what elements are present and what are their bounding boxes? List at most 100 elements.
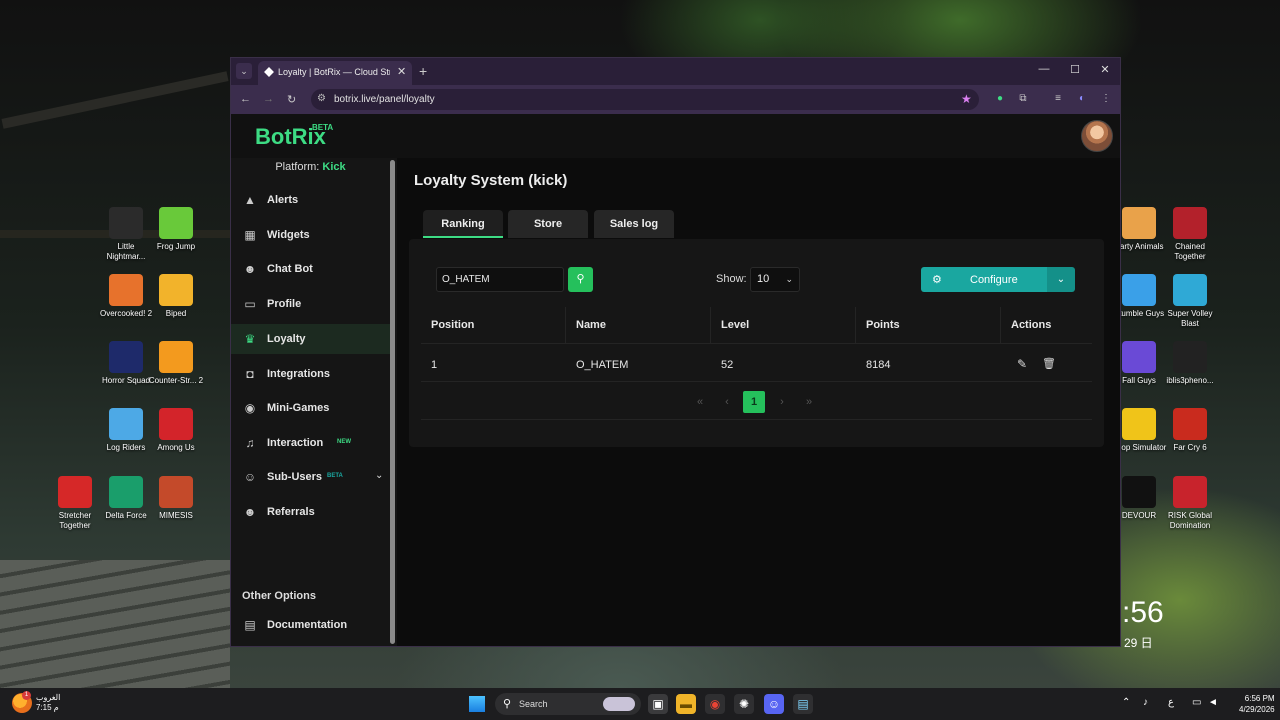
sidebar-item-referrals[interactable]: ☻ Referrals — [231, 497, 390, 527]
sidebar-item-sub-users[interactable]: ☺ Sub-Users BETA ⌄ — [231, 462, 390, 492]
task-view-icon[interactable]: ▣ — [648, 694, 668, 714]
configure-button[interactable]: ⚙ Configure — [921, 267, 1047, 292]
discord-icon[interactable]: ☺ — [764, 694, 784, 714]
search-input[interactable] — [436, 267, 564, 292]
reload-icon[interactable]: ↻ — [287, 93, 296, 106]
users-icon: ☺ — [243, 470, 257, 484]
site-info-icon[interactable]: ⚙ — [317, 93, 326, 104]
sidebar-item-profile[interactable]: ▭ Profile — [231, 289, 390, 319]
input-language-indicator[interactable]: ع — [1168, 697, 1174, 708]
page-size-select[interactable]: 10 ⌄ — [750, 267, 800, 292]
avatar[interactable] — [1081, 120, 1113, 152]
shortcut-label: Far Cry 6 — [1173, 443, 1207, 452]
desktop-shortcut[interactable]: Horror Squad — [98, 341, 154, 386]
sidebar-item-documentation[interactable]: ▤ Documentation — [231, 610, 390, 640]
taskbar-clock[interactable]: 6:56 PM 4/29/2026 — [1239, 693, 1275, 715]
desktop-shortcut[interactable]: Stretcher Together — [47, 476, 103, 531]
sidebar-item-label: Alerts — [267, 194, 299, 206]
back-icon[interactable]: ← — [240, 93, 251, 105]
desktop-shortcut[interactable]: Frog Jump — [148, 207, 204, 252]
tab-close-icon[interactable]: ✕ — [397, 65, 406, 78]
pagination-next[interactable]: › — [771, 391, 793, 413]
sidebar-item-alerts[interactable]: ▲ Alerts — [231, 185, 390, 215]
sidebar-item-loyalty[interactable]: ♛ Loyalty — [231, 324, 390, 354]
new-tab-button[interactable]: + — [419, 63, 427, 79]
browser-tab[interactable]: Loyalty | BotRix — Cloud Strea ✕ — [258, 61, 412, 85]
column-header-level[interactable]: Level — [721, 319, 749, 331]
desktop-shortcut[interactable]: Chained Together — [1162, 207, 1218, 262]
desktop-shortcut[interactable]: Overcooked! 2 — [98, 274, 154, 319]
sidebar-item-integrations[interactable]: ◘ Integrations — [231, 359, 390, 389]
column-header-position[interactable]: Position — [431, 319, 474, 331]
desktop-shortcut[interactable]: Biped — [148, 274, 204, 319]
taskbar-time: 6:56 PM — [1244, 694, 1275, 703]
microphone-icon[interactable]: ♪ — [1143, 697, 1148, 708]
chrome-icon[interactable]: ◉ — [705, 694, 725, 714]
pagination-last[interactable]: » — [798, 391, 820, 413]
bookmark-star-icon[interactable]: ★ — [961, 92, 972, 106]
tab-ranking[interactable]: Ranking — [423, 210, 503, 238]
volume-icon[interactable]: ◄ — [1208, 697, 1218, 708]
forward-icon[interactable]: → — [263, 93, 274, 105]
id-card-icon: ▭ — [244, 297, 256, 311]
address-bar[interactable]: ⚙ botrix.live/panel/loyalty ★ — [311, 89, 979, 110]
chevron-down-icon[interactable]: ⌄ — [375, 470, 383, 481]
desktop-shortcut[interactable]: iblis3pheno... — [1162, 341, 1218, 386]
desktop-shortcut[interactable]: Among Us — [148, 408, 204, 453]
pagination-current[interactable]: 1 — [743, 391, 765, 413]
column-header-actions: Actions — [1011, 319, 1052, 331]
column-header-name[interactable]: Name — [576, 319, 606, 331]
url-text[interactable]: botrix.live/panel/loyalty — [334, 94, 435, 105]
column-divider — [855, 307, 856, 343]
maximize-button[interactable]: ☐ — [1067, 63, 1083, 76]
taskbar-search[interactable]: ⚲ Search — [495, 693, 641, 715]
chatgpt-icon[interactable]: ✺ — [734, 694, 754, 714]
sidebar-item-label: Loyalty — [267, 333, 306, 345]
search-button[interactable]: ⚲ — [568, 267, 593, 292]
desktop-shortcut[interactable]: Super Volley Blast — [1162, 274, 1218, 329]
desktop-shortcut[interactable]: Delta Force — [98, 476, 154, 521]
trophy-icon: ♛ — [244, 332, 256, 346]
sidebar-scrollbar[interactable] — [390, 160, 395, 644]
app-icon — [58, 476, 92, 508]
network-icon[interactable]: ▭ — [1192, 697, 1201, 708]
referral-icon: ☻ — [243, 505, 257, 519]
sidebar-item-mini-games[interactable]: ◉ Mini-Games — [231, 393, 390, 423]
tray-overflow-icon[interactable]: ⌃ — [1122, 697, 1130, 708]
sidebar-item-widgets[interactable]: ▦ Widgets — [231, 220, 390, 250]
notepad-icon[interactable]: ▤ — [793, 694, 813, 714]
file-explorer-icon[interactable]: ▬ — [676, 694, 696, 714]
edit-pencil-icon[interactable]: ✎ — [1017, 357, 1027, 371]
sidebar-item-get-support[interactable]: ?Get Support — [231, 645, 390, 646]
profile-icon[interactable]: ◐ — [1075, 92, 1089, 106]
tab-sales-log[interactable]: Sales log — [594, 210, 674, 238]
windows-start-icon[interactable] — [469, 696, 485, 712]
sidebar-item-label: Sub-Users — [267, 471, 323, 483]
pagination-prev[interactable]: ‹ — [716, 391, 738, 413]
close-window-button[interactable]: ✕ — [1097, 63, 1113, 76]
extension-icon[interactable]: ● — [993, 92, 1007, 106]
column-header-points[interactable]: Points — [866, 319, 900, 331]
configure-dropdown-button[interactable]: ⌄ — [1047, 267, 1075, 292]
search-icon: ⚲ — [576, 273, 585, 285]
extensions-puzzle-icon[interactable]: ⧉ — [1016, 92, 1030, 106]
tab-search-button[interactable]: ⌄ — [236, 63, 252, 79]
desktop-shortcut[interactable]: Far Cry 6 — [1162, 408, 1218, 453]
app-icon — [1173, 274, 1207, 306]
media-control-icon[interactable]: ≡ — [1051, 92, 1065, 106]
tab-store[interactable]: Store — [508, 210, 588, 238]
main-content: Loyalty System (kick) Ranking Store Sale… — [397, 158, 1120, 646]
sidebar-item-interaction[interactable]: ♫ Interaction NEW — [231, 428, 390, 458]
minimize-button[interactable]: — — [1036, 63, 1052, 75]
desktop-shortcut[interactable]: Counter-Str... 2 — [148, 341, 204, 386]
taskbar: 1 الغروب 7:15 م ⚲ Search ▣ ▬ ◉ ✺ ☺ ▤ ⌃ ♪… — [0, 688, 1280, 720]
weather-widget[interactable]: الغروب 7:15 م — [36, 693, 60, 713]
delete-trash-icon[interactable]: 🗑 — [1042, 357, 1056, 370]
desktop-shortcut[interactable]: MIMESIS — [148, 476, 204, 521]
desktop-shortcut[interactable]: Log Riders — [98, 408, 154, 453]
sidebar-item-chat-bot[interactable]: ☻ Chat Bot — [231, 254, 390, 284]
desktop-shortcut[interactable]: RISK Global Domination — [1162, 476, 1218, 531]
browser-menu-icon[interactable]: ⋮ — [1099, 92, 1113, 106]
pagination-first[interactable]: « — [689, 391, 711, 413]
desktop-shortcut[interactable]: Little Nightmar... — [98, 207, 154, 262]
